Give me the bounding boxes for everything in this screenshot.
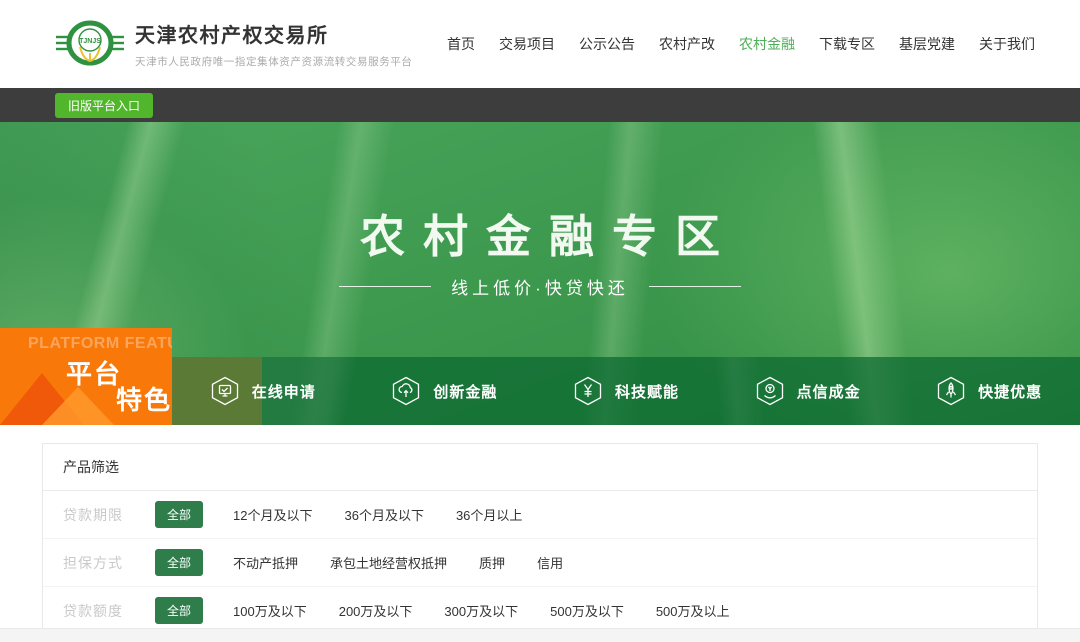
brand-text: 天津农村产权交易所 天津市人民政府唯一指定集体资产资源流转交易服务平台 bbox=[135, 19, 413, 69]
filter-all-button[interactable]: 全部 bbox=[155, 597, 203, 624]
brand-title: 天津农村产权交易所 bbox=[135, 19, 413, 48]
subtitle-right-line bbox=[649, 286, 741, 287]
nav-item-trade-projects[interactable]: 交易项目 bbox=[499, 34, 555, 54]
filter-option[interactable]: 200万及以下 bbox=[339, 601, 413, 620]
platform-features-cn-label-2: 特色 bbox=[116, 380, 172, 417]
filter-option[interactable]: 不动产抵押 bbox=[233, 553, 298, 572]
filter-row-loan-amount: 贷款额度 全部 100万及以下 200万及以下 300万及以下 500万及以下 … bbox=[43, 587, 1037, 634]
filter-option[interactable]: 质押 bbox=[479, 553, 505, 572]
main-nav: 首页 交易项目 公示公告 农村产改 农村金融 下载专区 基层党建 关于我们 bbox=[447, 34, 1035, 54]
nav-item-about-us[interactable]: 关于我们 bbox=[979, 34, 1035, 54]
nav-item-downloads[interactable]: 下载专区 bbox=[819, 34, 875, 54]
page: TJNJS 天津农村产权交易所 天津市人民政府唯一指定集体资产资源流转交易服务平… bbox=[0, 0, 1080, 642]
feature-item-innovative-finance[interactable]: 创新金融 bbox=[354, 357, 536, 425]
product-filter-card: 产品筛选 贷款期限 全部 12个月及以下 36个月及以下 36个月以上 担保方式… bbox=[42, 443, 1038, 635]
feature-item-tech-empowerment[interactable]: 科技赋能 bbox=[535, 357, 717, 425]
logo-text: TJNJS bbox=[79, 38, 101, 45]
feature-item-label: 科技赋能 bbox=[615, 381, 679, 402]
nav-item-home[interactable]: 首页 bbox=[447, 34, 475, 54]
hero-subtitle-row: 线上低价·快贷快还 bbox=[0, 274, 1080, 299]
feature-item-online-apply[interactable]: 在线申请 bbox=[172, 357, 354, 425]
feature-item-label: 在线申请 bbox=[252, 381, 316, 402]
credit-coin-icon bbox=[755, 376, 785, 406]
filter-option[interactable]: 500万及以上 bbox=[656, 601, 730, 620]
rocket-discount-icon bbox=[936, 376, 966, 406]
filter-row-label: 贷款期限 bbox=[63, 505, 139, 525]
feature-item-credit-to-gold[interactable]: 点信成金 bbox=[717, 357, 899, 425]
hero-banner: 农村金融专区 线上低价·快贷快还 在线申请 bbox=[0, 122, 1080, 425]
filter-row-label: 担保方式 bbox=[63, 553, 139, 573]
platform-features-en-label: PLATFORM FEATURES bbox=[28, 335, 172, 353]
platform-features-block: PLATFORM FEATURES 平台 特色 bbox=[0, 328, 172, 425]
old-platform-entry-button[interactable]: 旧版平台入口 bbox=[55, 93, 153, 118]
filter-option[interactable]: 12个月及以下 bbox=[233, 505, 312, 524]
site-header: TJNJS 天津农村产权交易所 天津市人民政府唯一指定集体资产资源流转交易服务平… bbox=[0, 0, 1080, 88]
utility-bar: 旧版平台入口 bbox=[0, 88, 1080, 122]
subtitle-left-line bbox=[339, 286, 431, 287]
nav-item-rural-finance[interactable]: 农村金融 bbox=[739, 34, 795, 54]
filter-row-label: 贷款额度 bbox=[63, 601, 139, 621]
site-logo: TJNJS bbox=[55, 15, 125, 73]
feature-item-label: 快捷优惠 bbox=[978, 381, 1042, 402]
filter-option[interactable]: 300万及以下 bbox=[444, 601, 518, 620]
nav-item-public-notice[interactable]: 公示公告 bbox=[579, 34, 635, 54]
filter-option[interactable]: 500万及以下 bbox=[550, 601, 624, 620]
feature-item-label: 点信成金 bbox=[797, 381, 861, 402]
hero-subtitle: 线上低价·快贷快还 bbox=[451, 274, 629, 299]
yen-tech-icon bbox=[573, 376, 603, 406]
filter-option[interactable]: 36个月以上 bbox=[456, 505, 522, 524]
feature-menu: 在线申请 创新金融 科技赋能 bbox=[172, 357, 1080, 425]
orange-triangle-light bbox=[42, 387, 114, 425]
hero-title: 农村金融专区 bbox=[0, 200, 1080, 265]
filter-all-button[interactable]: 全部 bbox=[155, 549, 203, 576]
filter-all-button[interactable]: 全部 bbox=[155, 501, 203, 528]
filter-option[interactable]: 承包土地经营权抵押 bbox=[330, 553, 447, 572]
cloud-finance-icon bbox=[391, 376, 421, 406]
monitor-apply-icon bbox=[210, 376, 240, 406]
filter-option[interactable]: 100万及以下 bbox=[233, 601, 307, 620]
platform-features-cn-label-1: 平台 bbox=[66, 354, 122, 391]
filter-row-loan-term: 贷款期限 全部 12个月及以下 36个月及以下 36个月以上 bbox=[43, 491, 1037, 539]
nav-item-rural-reform[interactable]: 农村产改 bbox=[659, 34, 715, 54]
footer-strip bbox=[0, 628, 1080, 642]
nav-item-party-building[interactable]: 基层党建 bbox=[899, 34, 955, 54]
filter-option[interactable]: 信用 bbox=[537, 553, 563, 572]
filter-card-title: 产品筛选 bbox=[43, 444, 1037, 491]
brand-tagline: 天津市人民政府唯一指定集体资产资源流转交易服务平台 bbox=[135, 54, 413, 69]
filter-option[interactable]: 36个月及以下 bbox=[344, 505, 423, 524]
feature-item-label: 创新金融 bbox=[433, 381, 497, 402]
feature-item-fast-discount[interactable]: 快捷优惠 bbox=[898, 357, 1080, 425]
brand: TJNJS 天津农村产权交易所 天津市人民政府唯一指定集体资产资源流转交易服务平… bbox=[55, 15, 413, 73]
filter-row-guarantee-method: 担保方式 全部 不动产抵押 承包土地经营权抵押 质押 信用 bbox=[43, 539, 1037, 587]
